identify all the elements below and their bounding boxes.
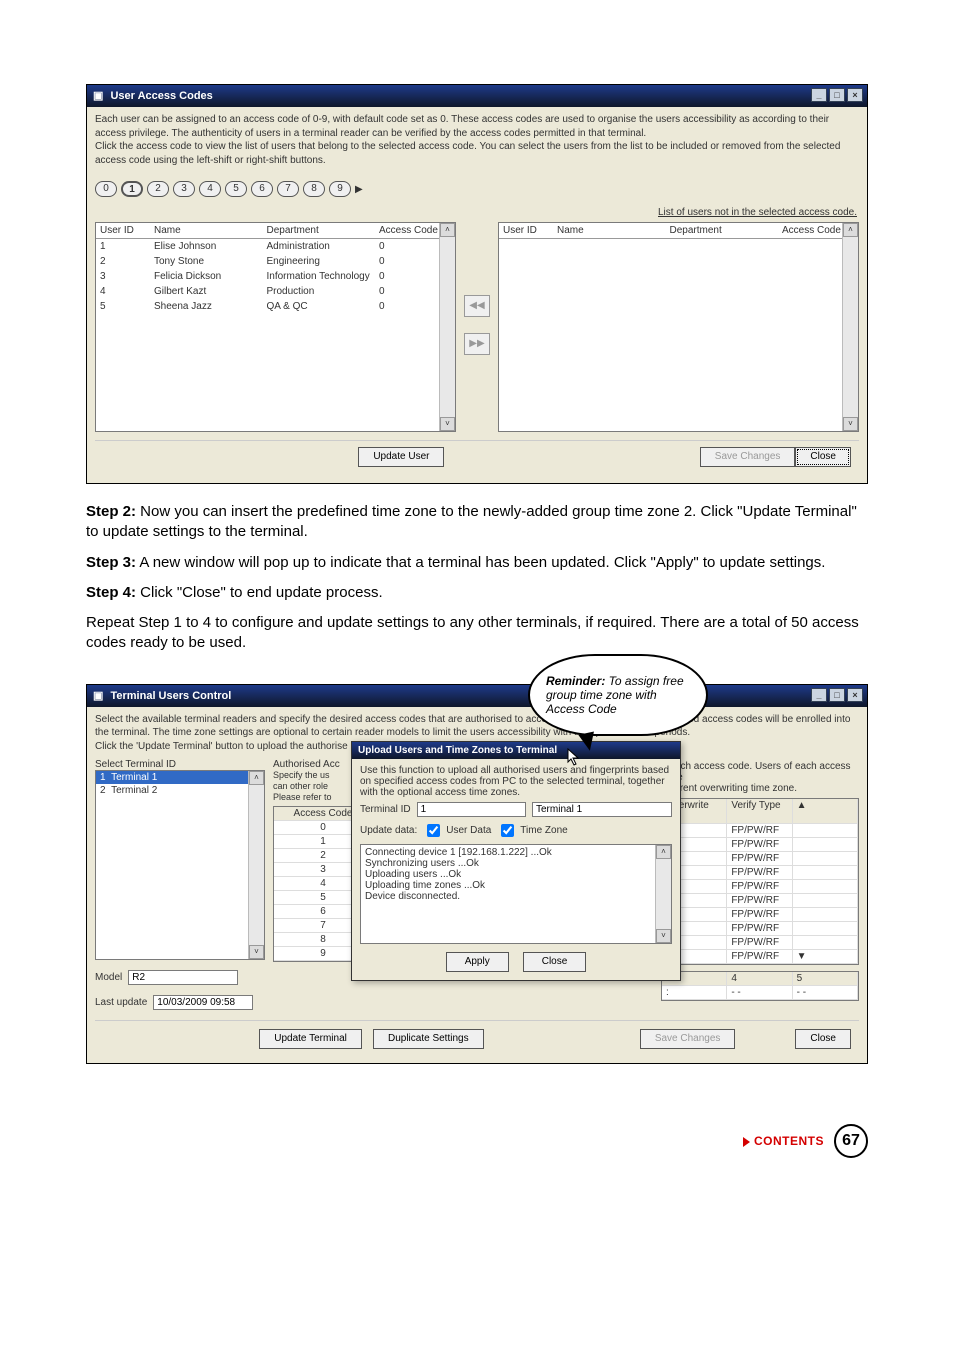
last-update-label: Last update [95,997,147,1008]
scroll-down-icon[interactable]: ˅ [440,417,455,431]
scrollbar[interactable]: ˄ ˅ [655,845,671,943]
col-department: Department [666,223,779,238]
maximize-button[interactable]: □ [829,88,845,102]
col-name: Name [150,223,263,238]
step-3-text: Step 3: A new window will pop up to indi… [86,553,868,573]
scroll-down-icon[interactable]: ˅ [843,417,858,431]
code-4-button[interactable]: 4 [199,181,221,197]
move-left-button[interactable]: ◀◀ [464,295,490,317]
code-2-button[interactable]: 2 [147,181,169,197]
triangle-icon [743,1137,750,1147]
col-userid: User ID [499,223,553,238]
save-changes-button[interactable]: Save Changes [640,1029,736,1049]
close-window-button[interactable]: × [847,88,863,102]
code-5-button[interactable]: 5 [225,181,247,197]
scrollbar[interactable]: ˄ ˅ [842,223,858,431]
list-item[interactable]: 4Gilbert KaztProduction0 [96,284,455,299]
window-title: Terminal Users Control [110,690,231,702]
apply-button[interactable]: Apply [446,952,509,972]
list-item[interactable]: 1Elise JohnsonAdministration0 [96,239,455,254]
reminder-callout: Reminder: To assign free group time zone… [528,654,708,736]
contents-link[interactable]: CONTENTS [743,1134,824,1148]
update-user-button[interactable]: Update User [358,447,444,467]
window-title: User Access Codes [110,90,212,102]
list-item[interactable]: 2Tony StoneEngineering0 [96,254,455,269]
terminal-row[interactable]: 2 Terminal 2 [96,784,264,797]
scroll-down-icon[interactable]: ˅ [656,929,671,943]
move-right-button[interactable]: ▶▶ [464,333,490,355]
col-verify-type: Verify Type [727,799,792,824]
col-userid: User ID [96,223,150,238]
tz-num-4: 4 [727,972,792,986]
scroll-up-icon[interactable]: ˄ [843,223,858,237]
list-item[interactable]: 3Felicia DicksonInformation Technology0 [96,269,455,284]
step-2-text: Step 2: Now you can insert the predefine… [86,502,868,543]
maximize-button[interactable]: □ [829,688,845,702]
code-0-button[interactable]: 0 [95,181,117,197]
save-changes-button[interactable]: Save Changes [700,447,796,467]
model-input[interactable] [128,970,238,985]
update-terminal-button[interactable]: Update Terminal [259,1029,362,1049]
repeat-text: Repeat Step 1 to 4 to configure and upda… [86,613,868,654]
app-icon: ▣ [93,689,103,702]
code-3-button[interactable]: 3 [173,181,195,197]
modal-close-button[interactable]: Close [523,952,587,972]
scroll-up-icon[interactable]: ˄ [440,223,455,237]
time-zone-checkbox[interactable]: Time Zone [497,821,567,840]
access-code-selector: 0 1 2 3 4 5 6 7 8 9 ▶ [95,181,859,197]
close-window-button[interactable]: × [847,688,863,702]
code-8-button[interactable]: 8 [303,181,325,197]
model-label: Model [95,972,122,983]
right-note-truncated: o each access code. Users of each access… [661,761,859,794]
step-4-text: Step 4: Click "Close" to end update proc… [86,583,868,603]
timezone-table: Overwrite TZ Verify Type ▲ :FP/PW/RF :FP… [661,798,859,965]
minimize-button[interactable]: _ [811,88,827,102]
col-spacer: ▲ [793,799,858,824]
window-titlebar: ▣ Terminal Users Control _ □ × [87,685,867,707]
select-terminal-label: Select Terminal ID [95,759,265,770]
terminal-list[interactable]: 1 Terminal 1 2 Terminal 2 ˄ ˅ [95,770,265,960]
window-titlebar: ▣ User Access Codes _ □ × [87,85,867,107]
scroll-up-icon[interactable]: ˄ [656,845,671,859]
minimize-button[interactable]: _ [811,688,827,702]
right-user-list[interactable]: User ID Name Department Access Code ˄ ˅ [498,222,859,432]
description-text: Each user can be assigned to an access c… [95,113,859,167]
scroll-down-icon[interactable]: ˅ [249,945,264,959]
scrollbar[interactable]: ˄ ˅ [248,771,264,959]
terminal-id-input[interactable] [417,802,526,817]
terminal-row[interactable]: 1 Terminal 1 [96,771,264,784]
scrollbar[interactable]: ˄ ˅ [439,223,455,431]
scroll-up-icon[interactable]: ˄ [249,771,264,785]
terminal-id-label: Terminal ID [360,804,411,815]
list-item[interactable]: 5Sheena JazzQA & QC0 [96,299,455,314]
update-data-label: Update data: [360,825,417,836]
terminal-name-input[interactable] [532,802,672,817]
last-update-input[interactable] [153,995,253,1010]
upload-users-modal: Upload Users and Time Zones to Terminal … [351,741,681,981]
modal-title: Upload Users and Time Zones to Terminal [352,742,680,759]
code-7-button[interactable]: 7 [277,181,299,197]
close-button[interactable]: Close [795,1029,851,1049]
code-6-button[interactable]: 6 [251,181,273,197]
left-user-list[interactable]: User ID Name Department Access Code 1Eli… [95,222,456,432]
status-log: Connecting device 1 [192.168.1.222] ...O… [360,844,672,944]
terminal-users-control-window: ▣ Terminal Users Control _ □ × Select th… [86,684,868,1065]
scroll-right-icon[interactable]: ▶ [355,184,363,195]
col-name: Name [553,223,666,238]
user-access-codes-window: ▣ User Access Codes _ □ × Each user can … [86,84,868,484]
app-icon: ▣ [93,89,103,102]
col-department: Department [263,223,376,238]
close-button[interactable]: Close [795,447,851,467]
duplicate-settings-button[interactable]: Duplicate Settings [373,1029,484,1049]
code-9-button[interactable]: 9 [329,181,351,197]
code-1-button[interactable]: 1 [121,181,143,197]
user-data-checkbox[interactable]: User Data [423,821,491,840]
tz-num-5: 5 [793,972,858,986]
modal-description: Use this function to upload all authoris… [360,765,672,798]
page-number: 67 [834,1124,868,1158]
right-list-caption: List of users not in the selected access… [477,207,857,218]
